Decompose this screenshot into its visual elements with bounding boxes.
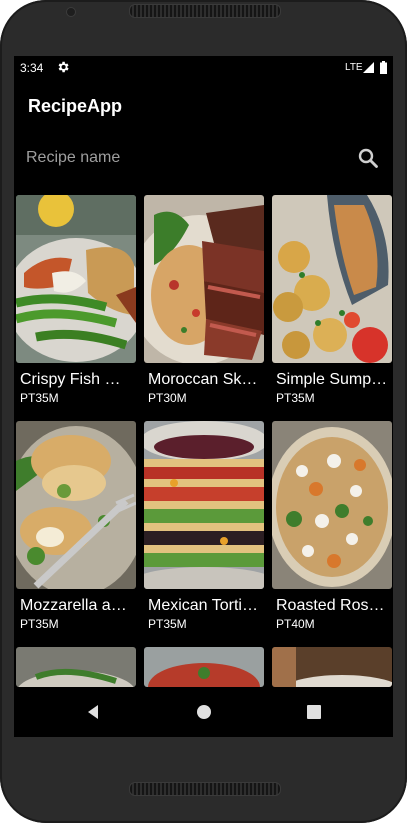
recipe-card[interactable]: Simple Sumptuous Sea Bass PT35M [270,195,392,409]
recipe-time: PT30M [148,391,187,405]
recents-icon[interactable] [304,702,324,722]
recipe-image [16,647,136,687]
recipe-image [144,647,264,687]
front-camera [66,7,76,17]
search-input[interactable] [26,144,346,172]
recipe-card[interactable]: Mozzarella and Chicken PT35M [14,421,136,635]
navigation-bar [14,687,393,737]
bottom-speaker [129,782,281,796]
device-frame: 3:34 LTE RecipeApp Recipe name Crispy Fi… [0,0,407,823]
recipe-name: Moroccan Skirt Steak [148,371,260,388]
app-title: RecipeApp [28,96,123,116]
back-icon[interactable] [84,702,104,722]
search-bar [14,132,393,184]
top-speaker [129,4,281,18]
recipe-card[interactable]: Moroccan Skirt Steak PT30M [142,195,264,409]
home-icon[interactable] [194,702,214,722]
recipe-time: PT35M [148,617,187,631]
recipe-card[interactable] [270,647,392,687]
app-bar: RecipeApp [14,80,393,132]
status-time: 3:34 [20,61,44,75]
recipe-image [16,195,136,363]
recipe-card[interactable]: Roasted Rosemary Orzo PT40M [270,421,392,635]
recipe-image [272,647,392,687]
status-bar: 3:34 LTE [14,56,393,80]
recipe-image [272,195,392,363]
network-type: LTE [345,62,363,73]
search-icon[interactable] [356,146,380,170]
recipe-name: Mozzarella and Chicken [20,597,132,614]
signal-icon [363,62,374,73]
recipe-name: Roasted Rosemary Orzo [276,597,388,614]
recipe-image [144,421,264,589]
recipe-image [144,195,264,363]
recipe-card[interactable]: Mexican Tortilla Lasagne PT35M [142,421,264,635]
gear-icon [58,61,69,73]
recipe-name: Mexican Tortilla Lasagne [148,597,260,614]
battery-icon [380,61,387,74]
recipe-image [16,421,136,589]
recipe-card[interactable] [142,647,264,687]
recipe-time: PT35M [276,391,315,405]
recipe-time: PT35M [20,391,59,405]
recipe-card[interactable] [14,647,136,687]
app-screen: 3:34 LTE RecipeApp Recipe name Crispy Fi… [14,56,393,737]
recipe-time: PT35M [20,617,59,631]
recipe-name: Crispy Fish Goujons [20,371,132,388]
recipe-image [272,421,392,589]
recipe-name: Simple Sumptuous Sea Bass [276,371,388,388]
recipe-time: PT40M [276,617,315,631]
recipe-card[interactable]: Crispy Fish Goujons PT35M [14,195,136,409]
